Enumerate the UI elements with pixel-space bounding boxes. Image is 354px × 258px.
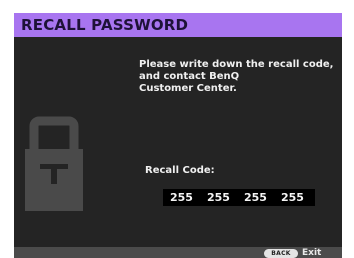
instruction-line: Please write down the recall code,	[139, 59, 334, 70]
recall-code-segment: 255	[170, 191, 193, 204]
title-bar: RECALL PASSWORD	[14, 13, 342, 37]
back-key-icon[interactable]: BACK	[264, 248, 298, 258]
back-exit-button[interactable]: BACK Exit	[264, 248, 321, 258]
recall-password-dialog: RECALL PASSWORD Please write down the re…	[14, 13, 342, 258]
recall-code-segment: 255	[207, 191, 230, 204]
footer-bar: BACK Exit	[14, 247, 342, 258]
recall-code-label: Recall Code:	[145, 165, 215, 176]
instruction-message: Please write down the recall code, and c…	[139, 59, 339, 95]
recall-code-segment: 255	[281, 191, 304, 204]
screen: RECALL PASSWORD Please write down the re…	[0, 0, 354, 258]
lock-icon	[25, 115, 83, 211]
dialog-title: RECALL PASSWORD	[21, 16, 189, 34]
recall-code-display: 255 255 255 255	[163, 189, 315, 206]
instruction-line: Customer Center.	[139, 83, 237, 94]
recall-code-segment: 255	[244, 191, 267, 204]
instruction-line: and contact BenQ	[139, 71, 240, 82]
exit-label: Exit	[302, 248, 322, 258]
